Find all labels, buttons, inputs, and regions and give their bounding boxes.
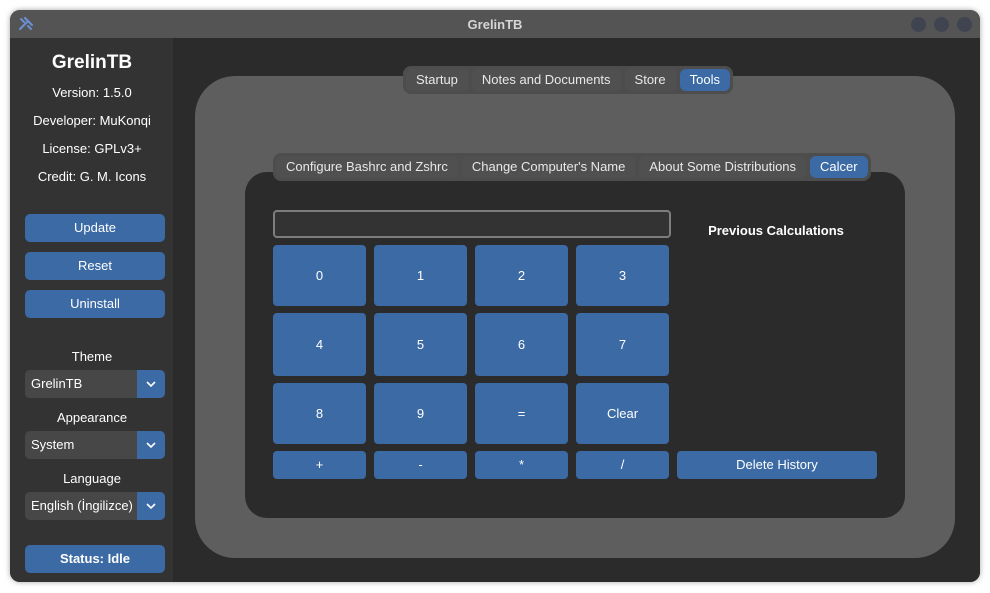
version-label: Version: 1.5.0 xyxy=(52,85,132,100)
chevron-down-icon[interactable] xyxy=(137,431,165,459)
key-2[interactable]: 2 xyxy=(475,245,568,306)
reset-button[interactable]: Reset xyxy=(25,252,165,280)
tab-startup[interactable]: Startup xyxy=(406,69,468,91)
sidebar: GrelinTB Version: 1.5.0 Developer: MuKon… xyxy=(10,38,174,582)
language-dropdown[interactable]: English (İngilizce) xyxy=(25,492,165,520)
tab-about-distributions[interactable]: About Some Distributions xyxy=(639,156,807,178)
appearance-dropdown[interactable]: System xyxy=(25,431,165,459)
key-equals[interactable]: = xyxy=(475,383,568,444)
license-label: License: GPLv3+ xyxy=(42,141,142,156)
appearance-value[interactable]: System xyxy=(25,431,137,459)
chevron-down-icon[interactable] xyxy=(137,370,165,398)
close-button[interactable] xyxy=(957,17,972,32)
uninstall-button[interactable]: Uninstall xyxy=(25,290,165,318)
key-minus[interactable]: - xyxy=(374,451,467,479)
tools-icon xyxy=(18,16,34,32)
theme-value[interactable]: GrelinTB xyxy=(25,370,137,398)
previous-calculations-title: Previous Calculations xyxy=(708,223,844,238)
key-1[interactable]: 1 xyxy=(374,245,467,306)
language-value[interactable]: English (İngilizce) xyxy=(25,492,137,520)
title-bar[interactable]: GrelinTB xyxy=(10,10,980,38)
key-7[interactable]: 7 xyxy=(576,313,669,376)
update-button[interactable]: Update xyxy=(25,214,165,242)
key-4[interactable]: 4 xyxy=(273,313,366,376)
developer-label: Developer: MuKonqi xyxy=(33,113,151,128)
key-3[interactable]: 3 xyxy=(576,245,669,306)
calc-input[interactable] xyxy=(273,210,671,238)
key-multiply[interactable]: * xyxy=(475,451,568,479)
app-window: GrelinTB GrelinTB Version: 1.5.0 Develop… xyxy=(10,10,980,582)
main-area: Startup Notes and Documents Store Tools … xyxy=(175,38,980,582)
tab-calcer[interactable]: Calcer xyxy=(810,156,868,178)
tab-tools[interactable]: Tools xyxy=(679,69,730,91)
language-label: Language xyxy=(63,471,121,486)
key-6[interactable]: 6 xyxy=(475,313,568,376)
chevron-down-icon[interactable] xyxy=(137,492,165,520)
key-5[interactable]: 5 xyxy=(374,313,467,376)
tab-change-computer-name[interactable]: Change Computer's Name xyxy=(461,156,636,178)
tab-store[interactable]: Store xyxy=(624,69,676,91)
appearance-label: Appearance xyxy=(56,410,128,425)
tab-notes-and-documents[interactable]: Notes and Documents xyxy=(471,69,621,91)
clear-button[interactable]: Clear xyxy=(576,383,669,444)
window-title: GrelinTB xyxy=(467,16,523,32)
minimize-button[interactable] xyxy=(911,17,926,32)
theme-label: Theme xyxy=(71,349,113,364)
key-0[interactable]: 0 xyxy=(273,245,366,306)
credit-label: Credit: G. M. Icons xyxy=(37,169,147,184)
theme-dropdown[interactable]: GrelinTB xyxy=(25,370,165,398)
tools-tabbar: Configure Bashrc and Zshrc Change Comput… xyxy=(273,153,871,181)
delete-history-button[interactable]: Delete History xyxy=(677,451,877,479)
main-tabbar: Startup Notes and Documents Store Tools xyxy=(403,66,733,94)
key-9[interactable]: 9 xyxy=(374,383,467,444)
status-indicator: Status: Idle xyxy=(25,545,165,573)
key-divide[interactable]: / xyxy=(576,451,669,479)
tab-configure-bashrc[interactable]: Configure Bashrc and Zshrc xyxy=(276,156,458,178)
maximize-button[interactable] xyxy=(934,17,949,32)
key-plus[interactable]: + xyxy=(273,451,366,479)
app-name: GrelinTB xyxy=(51,52,133,73)
key-8[interactable]: 8 xyxy=(273,383,366,444)
